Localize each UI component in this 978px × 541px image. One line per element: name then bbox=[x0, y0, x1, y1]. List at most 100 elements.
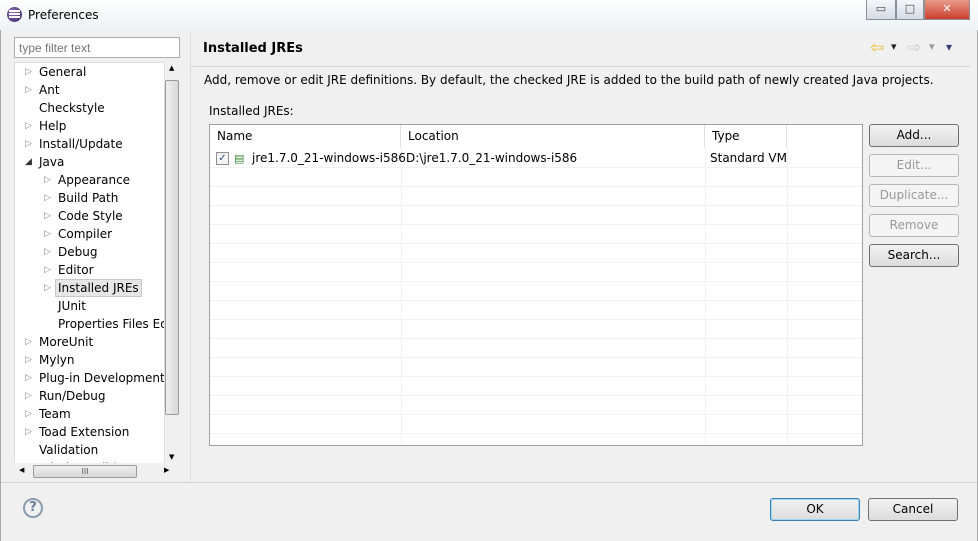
tree-item[interactable]: Validation bbox=[15, 441, 165, 459]
back-history-dropdown-icon[interactable]: ▾ bbox=[891, 40, 897, 53]
scroll-right-icon[interactable]: ▶ bbox=[164, 466, 169, 474]
tree-item-label: Help bbox=[39, 119, 67, 133]
forward-history-dropdown-icon[interactable]: ▾ bbox=[929, 40, 935, 53]
jre-library-icon: ▤ bbox=[234, 152, 245, 165]
expand-arrow-icon[interactable]: ▷ bbox=[25, 63, 32, 81]
tree-item[interactable]: ▷ Plug-in Development bbox=[15, 369, 165, 387]
maximize-button[interactable]: □ bbox=[896, 0, 924, 20]
expand-arrow-icon[interactable]: ▷ bbox=[25, 81, 32, 99]
window-title: Preferences bbox=[28, 8, 99, 22]
tree-item[interactable]: Checkstyle bbox=[15, 99, 165, 117]
scroll-left-icon[interactable]: ◀ bbox=[19, 466, 24, 474]
tree-item[interactable]: ▷ Installed JREs bbox=[15, 279, 165, 297]
column-gridline bbox=[705, 148, 706, 445]
jre-checkbox[interactable]: ✓ bbox=[216, 152, 229, 165]
minimize-button[interactable]: ▭ bbox=[866, 0, 896, 20]
row-gridline bbox=[210, 262, 862, 263]
expand-arrow-icon[interactable]: ▷ bbox=[44, 261, 51, 279]
tree-item[interactable]: ◢ Java bbox=[15, 153, 165, 171]
expand-arrow-icon[interactable]: ▷ bbox=[44, 225, 51, 243]
tree-item-label: Debug bbox=[58, 245, 98, 259]
column-header-location[interactable]: Location bbox=[401, 125, 705, 148]
row-gridline bbox=[210, 281, 862, 282]
duplicate-button[interactable]: Duplicate... bbox=[869, 184, 959, 207]
view-menu-icon[interactable]: ▾ bbox=[946, 40, 952, 54]
row-gridline bbox=[210, 395, 862, 396]
row-gridline bbox=[210, 205, 862, 206]
expand-arrow-icon[interactable]: ▷ bbox=[25, 405, 32, 423]
tree-vertical-scroll-thumb[interactable] bbox=[165, 80, 179, 415]
remove-button[interactable]: Remove bbox=[869, 214, 959, 237]
expand-arrow-icon[interactable]: ▷ bbox=[25, 135, 32, 153]
tree-item[interactable]: ▷ MoreUnit bbox=[15, 333, 165, 351]
ok-button[interactable]: OK bbox=[770, 498, 860, 521]
tree-item-label: Validation bbox=[39, 443, 99, 457]
expand-arrow-icon[interactable]: ▷ bbox=[25, 423, 32, 441]
tree-item-label: Editor bbox=[58, 263, 94, 277]
tree-item[interactable]: ▷ Run/Debug bbox=[15, 387, 165, 405]
row-gridline bbox=[210, 357, 862, 358]
expand-arrow-icon[interactable]: ▷ bbox=[25, 387, 32, 405]
tree-item[interactable]: ▷ General bbox=[15, 63, 165, 81]
tree-item-label: Install/Update bbox=[39, 137, 123, 151]
tree-item[interactable]: ▷ Build Path bbox=[15, 189, 165, 207]
preferences-tree: ▷ General ▷ Ant Checkstyle ▷ Help ▷ Install/Upda… bbox=[14, 62, 180, 480]
tree-item-label: Run/Debug bbox=[39, 389, 106, 403]
expand-arrow-icon[interactable]: ▷ bbox=[44, 189, 51, 207]
filter-input[interactable] bbox=[14, 37, 180, 58]
tree-item-label: Mylyn bbox=[39, 353, 75, 367]
row-gridline bbox=[210, 243, 862, 244]
expand-arrow-icon[interactable]: ▷ bbox=[25, 351, 32, 369]
jre-location: D:\jre1.7.0_21-windows-i586 bbox=[406, 151, 578, 165]
row-gridline bbox=[210, 376, 862, 377]
tree-item[interactable]: Properties Files Editor bbox=[15, 315, 179, 333]
tree-item[interactable]: ▷ Debug bbox=[15, 243, 165, 261]
jre-type: Standard VM bbox=[710, 151, 787, 165]
collapse-arrow-icon[interactable]: ◢ bbox=[25, 153, 32, 171]
tree-horizontal-scroll-thumb[interactable]: III bbox=[33, 465, 137, 478]
cancel-button[interactable]: Cancel bbox=[868, 498, 958, 521]
expand-arrow-icon[interactable]: ▷ bbox=[44, 243, 51, 261]
add-button[interactable]: Add... bbox=[869, 124, 959, 147]
edit-button[interactable]: Edit... bbox=[869, 154, 959, 177]
tree-item[interactable]: ▷ Help bbox=[15, 117, 165, 135]
tree-item-label: Java bbox=[39, 155, 65, 169]
search-button[interactable]: Search... bbox=[869, 244, 959, 267]
tree-item[interactable]: ▷ Team bbox=[15, 405, 165, 423]
column-header-name[interactable]: Name bbox=[210, 125, 401, 148]
row-gridline bbox=[210, 414, 862, 415]
page-title: Installed JREs bbox=[203, 41, 303, 56]
close-button[interactable]: ✕ bbox=[924, 0, 970, 20]
expand-arrow-icon[interactable]: ▷ bbox=[25, 333, 32, 351]
column-header-type[interactable]: Type bbox=[705, 125, 787, 148]
tree-item[interactable]: ▷ Install/Update bbox=[15, 135, 165, 153]
tree-item-label: Installed JREs bbox=[55, 279, 142, 297]
forward-arrow-icon[interactable]: ⇨ bbox=[907, 38, 921, 58]
column-gridline bbox=[787, 148, 788, 445]
scroll-down-icon[interactable]: ▼ bbox=[169, 453, 174, 461]
tree-item-label: Toad Extension bbox=[39, 425, 130, 439]
help-icon[interactable]: ? bbox=[23, 498, 43, 518]
tree-item[interactable]: ▷ Toad Extension bbox=[15, 423, 165, 441]
expand-arrow-icon[interactable]: ▷ bbox=[44, 279, 51, 297]
expand-arrow-icon[interactable]: ▷ bbox=[25, 369, 32, 387]
tree-item-label: Appearance bbox=[58, 173, 131, 187]
tree-item[interactable]: ▷ Mylyn bbox=[15, 351, 165, 369]
table-row[interactable]: ✓ ▤ jre1.7.0_21-windows-i586 D:\jre1.7.0… bbox=[210, 149, 862, 168]
tree-item[interactable]: ▷ Code Style bbox=[15, 207, 165, 225]
expand-arrow-icon[interactable]: ▷ bbox=[44, 171, 51, 189]
tree-item[interactable]: ▷ Appearance bbox=[15, 171, 165, 189]
title-separator bbox=[191, 66, 970, 67]
expand-arrow-icon[interactable]: ▷ bbox=[44, 207, 51, 225]
tree-item-label: Team bbox=[39, 407, 71, 421]
tree-item[interactable]: ▷ Ant bbox=[15, 81, 165, 99]
scroll-up-icon[interactable]: ▲ bbox=[169, 64, 174, 72]
back-arrow-icon[interactable]: ⇦ bbox=[870, 38, 884, 58]
tree-item-label: JUnit bbox=[58, 299, 86, 313]
expand-arrow-icon[interactable]: ▷ bbox=[25, 117, 32, 135]
eclipse-icon bbox=[7, 7, 22, 22]
page-description: Add, remove or edit JRE definitions. By … bbox=[204, 73, 934, 87]
tree-item[interactable]: JUnit bbox=[15, 297, 165, 315]
tree-item[interactable]: ▷ Compiler bbox=[15, 225, 165, 243]
tree-item[interactable]: ▷ Editor bbox=[15, 261, 165, 279]
